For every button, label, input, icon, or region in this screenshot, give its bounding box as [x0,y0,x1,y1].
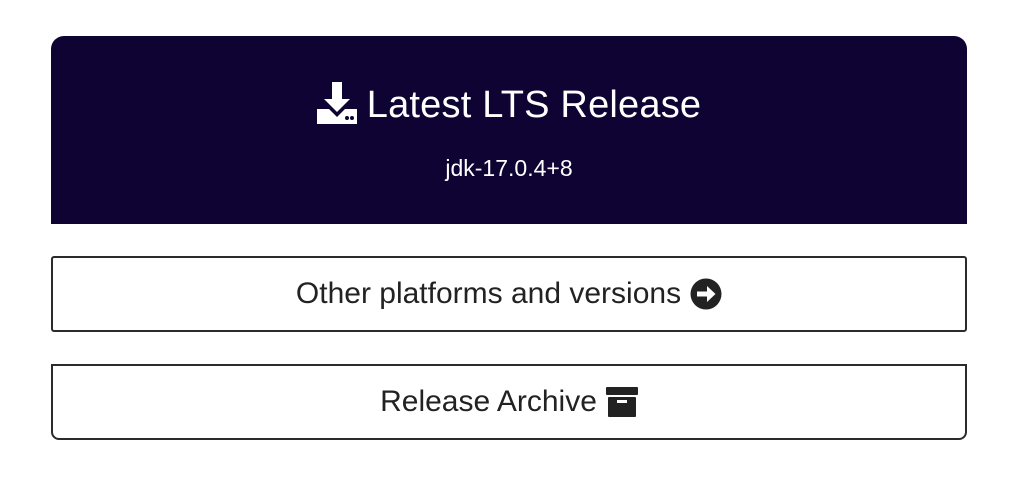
arrow-circle-right-icon [690,278,722,310]
download-icon [316,81,357,129]
archive-box-icon [605,387,638,417]
lts-version: jdk-17.0.4+8 [445,155,573,181]
other-platforms-label: Other platforms and versions [295,277,682,310]
other-platforms-button[interactable]: Other platforms and versions [51,256,967,332]
lts-title: Latest LTS Release [366,84,702,126]
download-panel: Latest LTS Release jdk-17.0.4+8 Other pl… [51,36,967,440]
release-archive-label: Release Archive [380,385,597,418]
latest-lts-release-button[interactable]: Latest LTS Release jdk-17.0.4+8 [51,36,967,224]
release-archive-button[interactable]: Release Archive [51,364,967,440]
lts-title-row: Latest LTS Release [51,36,967,129]
